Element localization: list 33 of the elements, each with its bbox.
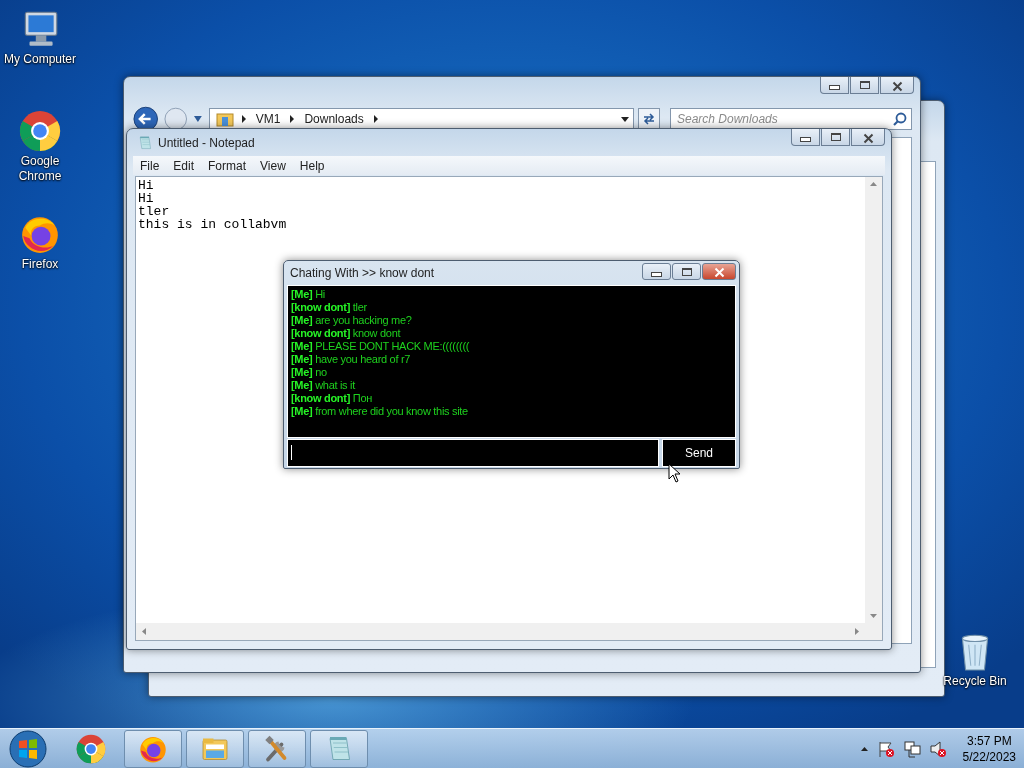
chat-message: [Me] have you heard of r7 — [291, 353, 412, 366]
menu-item[interactable]: Edit — [166, 156, 202, 175]
chat-message: [Me] what is it — [291, 379, 357, 392]
window-title: Chating With >> know dont — [290, 266, 435, 280]
desktop-icon-label[interactable]: Recycle Bin — [938, 674, 1012, 689]
clock-date: 5/22/2023 — [962, 748, 1016, 765]
clock-time: 3:57 PM — [966, 732, 1012, 749]
desktop-icon-label[interactable]: Firefox — [3, 257, 77, 272]
address-bar[interactable]: VM1 Downloads — [208, 108, 635, 130]
desktop-icon-label[interactable]: Google Chrome — [3, 154, 77, 184]
window-title: Untitled - Notepad — [158, 136, 255, 150]
chat-message: [know dont] tler — [291, 301, 368, 314]
send-button[interactable]: Send — [662, 439, 736, 467]
chat-message: [know dont] know dont — [291, 327, 402, 340]
menu-item[interactable]: Format — [201, 156, 254, 175]
text-line: Hi — [138, 192, 155, 205]
text-line: this is in collabvm — [138, 218, 287, 231]
chat-message: [Me] no — [291, 366, 328, 379]
chat-message: [Me] from where did you know this site — [291, 405, 469, 418]
menu-item[interactable]: Help — [292, 156, 332, 175]
chat-message: [Me] Hi — [291, 288, 326, 301]
clock[interactable]: 3:57 PM 5/22/2023 — [962, 732, 1016, 765]
breadcrumb-item[interactable]: Downloads — [302, 112, 366, 126]
text-line: tler — [138, 205, 171, 218]
desktop-icon-label[interactable]: My Computer — [3, 52, 77, 67]
text-line: Hi — [138, 179, 155, 192]
menu-item[interactable]: View — [253, 156, 293, 175]
menu-item[interactable]: File — [133, 156, 167, 175]
breadcrumb-item[interactable]: VM1 — [253, 112, 283, 126]
chat-message: [know dont] Пон — [291, 392, 373, 405]
chat-message: [Me] are you hacking me? — [291, 314, 413, 327]
chat-message: [Me] PLEASE DONT HACK ME:(((((((( — [291, 340, 471, 353]
search-field[interactable]: Search Downloads — [670, 108, 912, 130]
